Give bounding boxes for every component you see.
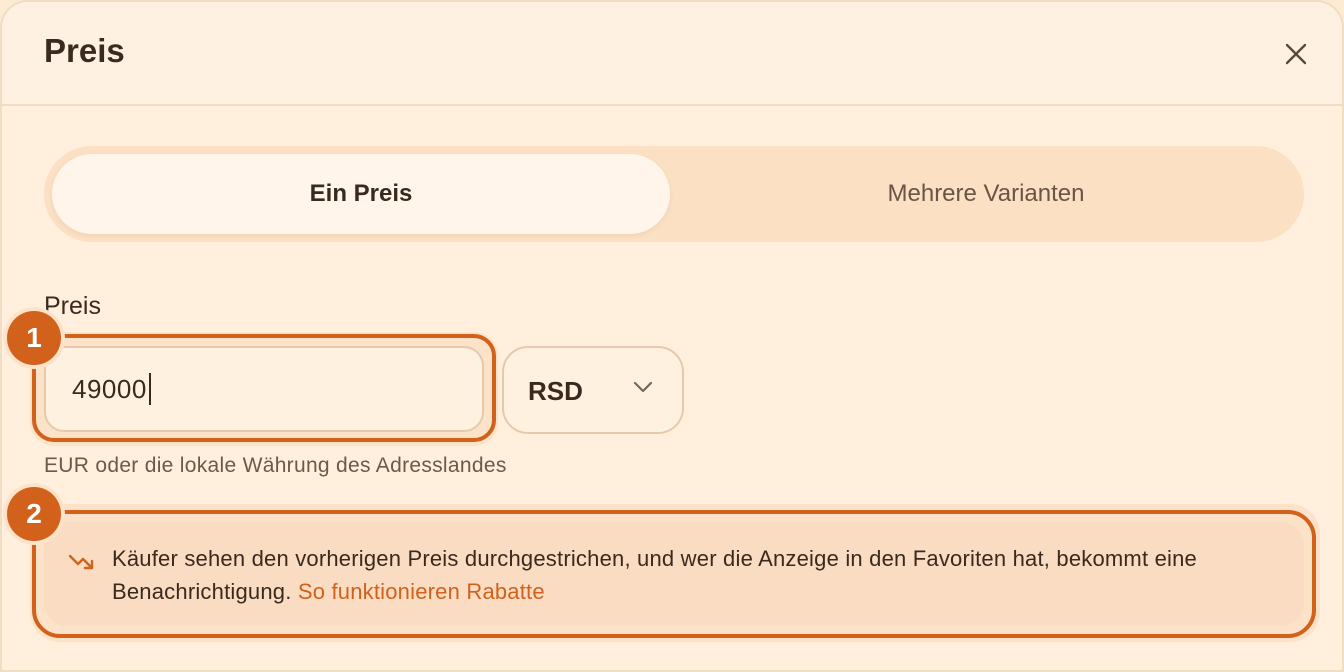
price-type-toggle: Ein Preis Mehrere Varianten — [44, 146, 1304, 242]
close-icon — [1285, 43, 1307, 65]
price-dialog: Preis Ein Preis Mehrere Varianten Preis … — [0, 0, 1344, 672]
annotation-badge-1: 1 — [7, 311, 61, 365]
tab-multiple-variants[interactable]: Mehrere Varianten — [676, 154, 1296, 234]
discount-info-text: Käufer sehen den vorherigen Preis durchg… — [112, 542, 1282, 608]
currency-helper-text: EUR oder die lokale Währung des Adressla… — [44, 454, 507, 477]
annotation-badge-2: 2 — [7, 487, 61, 541]
trending-down-icon — [68, 554, 94, 570]
price-input-value: 49000 — [72, 373, 147, 404]
currency-value: RSD — [528, 376, 583, 406]
discount-info-message: Käufer sehen den vorherigen Preis durchg… — [112, 546, 1197, 604]
tab-single-price[interactable]: Ein Preis — [52, 154, 670, 234]
dialog-title: Preis — [44, 32, 125, 69]
price-field-label: Preis — [44, 292, 101, 320]
discount-info-box: Käufer sehen den vorherigen Preis durchg… — [44, 522, 1304, 626]
close-button[interactable] — [1278, 36, 1314, 72]
text-caret — [148, 373, 151, 405]
dialog-header: Preis — [2, 2, 1342, 106]
currency-select[interactable]: RSD — [502, 346, 684, 434]
chevron-down-icon — [633, 381, 653, 393]
price-input[interactable]: 49000 — [44, 346, 484, 432]
discount-help-link[interactable]: So funktionieren Rabatte — [298, 579, 545, 604]
